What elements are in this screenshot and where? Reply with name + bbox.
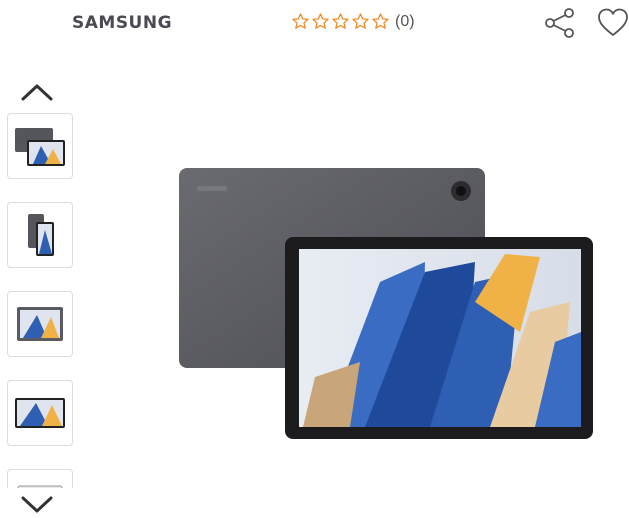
thumbnail-item[interactable] <box>7 380 73 446</box>
thumbnail-item[interactable] <box>7 469 73 488</box>
share-icon[interactable] <box>543 6 577 40</box>
rating-count[interactable]: (0) <box>395 13 415 31</box>
thumbnail-item[interactable] <box>7 202 73 268</box>
star-icon <box>332 13 349 29</box>
tablet-thumbnail-image <box>28 214 54 256</box>
tablet-thumbnail-image <box>15 128 65 166</box>
star-icon <box>352 13 369 29</box>
product-main-image <box>179 168 593 439</box>
chevron-up-icon[interactable] <box>20 81 54 103</box>
chevron-down-icon[interactable] <box>20 494 54 516</box>
star-icon <box>292 13 309 29</box>
star-icon <box>372 13 389 29</box>
product-rating[interactable]: (0) <box>291 12 415 31</box>
thumbnail-list <box>7 113 73 488</box>
thumbnail-item[interactable] <box>7 291 73 357</box>
thumbnail-item[interactable] <box>7 113 73 179</box>
heart-icon[interactable] <box>596 6 629 40</box>
brand-logo: SAMSUNG <box>72 13 173 33</box>
tablet-thumbnail-image <box>17 485 63 488</box>
star-icon <box>312 13 329 29</box>
tablet-thumbnail-image <box>17 307 63 341</box>
tablet-thumbnail-image <box>15 398 65 428</box>
